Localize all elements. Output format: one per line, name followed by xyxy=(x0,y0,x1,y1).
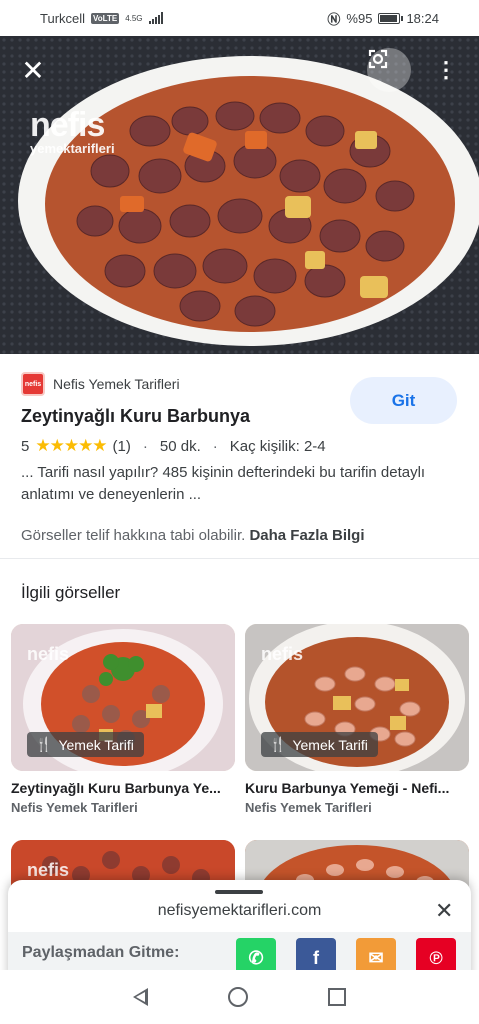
recents-icon[interactable] xyxy=(328,988,346,1006)
clock: 18:24 xyxy=(406,10,439,26)
chip-label: Yemek Tarifi xyxy=(58,736,134,753)
related-card-title[interactable]: Kuru Barbunya Yemeği - Nefi... xyxy=(245,780,469,796)
copyright-notice: Görseller telif hakkına tabi olabilir. D… xyxy=(21,527,364,544)
google-lens-button[interactable] xyxy=(367,48,411,92)
thumbnail-watermark: nefis xyxy=(27,860,70,880)
copyright-text: Görseller telif hakkına tabi olabilir. xyxy=(21,527,246,544)
rating-stars: ★★★★★ xyxy=(35,436,107,455)
source-name[interactable]: Nefis Yemek Tarifleri xyxy=(53,376,180,392)
related-card-source: Nefis Yemek Tarifleri xyxy=(11,800,138,815)
source-logo: nefis xyxy=(21,372,45,396)
share-row: Paylaşmadan Gitme: ✆ f ✉ ℗ xyxy=(8,932,471,978)
network-type: 4.5G xyxy=(125,13,143,23)
result-meta: 5 ★★★★★ (1) · 50 dk. · Kaç kişilik: 2-4 xyxy=(21,436,326,456)
recipe-chip: 🍴 Yemek Tarifi xyxy=(27,732,144,757)
servings: Kaç kişilik: 2-4 xyxy=(229,437,326,455)
thumbnail-watermark: nefis xyxy=(261,644,304,664)
go-button[interactable]: Git xyxy=(350,377,457,424)
duration: 50 dk. xyxy=(159,437,201,455)
separator: · xyxy=(142,437,148,455)
chip-label: Yemek Tarifi xyxy=(292,736,368,753)
fork-knife-icon: 🍴 xyxy=(35,736,53,752)
close-icon[interactable]: ✕ xyxy=(11,48,55,92)
close-icon[interactable]: ✕ xyxy=(435,898,453,924)
link-bottom-sheet: nefisyemektarifleri.com ✕ Paylaşmadan Gi… xyxy=(8,880,471,980)
thumbnail-watermark: nefis xyxy=(27,644,70,664)
related-thumbnail[interactable]: nefis 🍴 Yemek Tarifi xyxy=(245,624,469,771)
system-nav-bar xyxy=(0,970,479,1024)
home-icon[interactable] xyxy=(228,987,248,1007)
status-right: Ⓝ %95 18:24 xyxy=(327,9,439,28)
learn-more-link[interactable]: Daha Fazla Bilgi xyxy=(249,527,364,544)
related-card[interactable]: nefis 🍴 Yemek Tarifi Zeytinyağlı Kuru Ba… xyxy=(11,624,235,815)
drag-handle[interactable] xyxy=(215,890,263,894)
food-photo xyxy=(0,36,479,354)
related-heading: İlgili görseller xyxy=(21,583,121,602)
hero-image[interactable]: nefis yemektarifleri ✕ ⋮ xyxy=(0,36,479,354)
related-card-source: Nefis Yemek Tarifleri xyxy=(245,800,372,815)
rating-value: 5 xyxy=(21,437,30,455)
related-card-title[interactable]: Zeytinyağlı Kuru Barbunya Ye... xyxy=(11,780,235,796)
watermark-logo: nefis yemektarifleri xyxy=(30,106,115,156)
status-bar: Turkcell VoLTE 4.5G Ⓝ %95 18:24 xyxy=(0,0,479,36)
result-description: ... Tarifi nasıl yapılır? 485 kişinin de… xyxy=(21,464,426,503)
nfc-icon: Ⓝ xyxy=(327,11,341,27)
lens-icon xyxy=(368,49,388,69)
rating-count: (1) xyxy=(112,437,131,455)
carrier-name: Turkcell xyxy=(40,10,86,26)
result-title[interactable]: Zeytinyağlı Kuru Barbunya xyxy=(21,406,250,427)
volte-badge: VoLTE xyxy=(91,12,120,24)
recipe-chip: 🍴 Yemek Tarifi xyxy=(261,732,378,757)
source-row[interactable]: nefis Nefis Yemek Tarifleri xyxy=(21,372,180,396)
battery-icon xyxy=(378,12,404,24)
share-label: Paylaşmadan Gitme: xyxy=(22,944,180,961)
more-options-icon[interactable]: ⋮ xyxy=(424,48,468,92)
back-icon[interactable] xyxy=(133,988,148,1006)
battery-percent: %95 xyxy=(346,10,373,26)
separator: · xyxy=(212,437,218,455)
related-card[interactable]: nefis 🍴 Yemek Tarifi Kuru Barbunya Yemeğ… xyxy=(245,624,469,815)
related-thumbnail[interactable]: nefis 🍴 Yemek Tarifi xyxy=(11,624,235,771)
signal-icon xyxy=(148,12,163,24)
divider xyxy=(0,558,479,559)
status-left: Turkcell VoLTE 4.5G xyxy=(40,11,163,26)
site-url[interactable]: nefisyemektarifleri.com xyxy=(8,902,471,920)
fork-knife-icon: 🍴 xyxy=(269,736,287,752)
